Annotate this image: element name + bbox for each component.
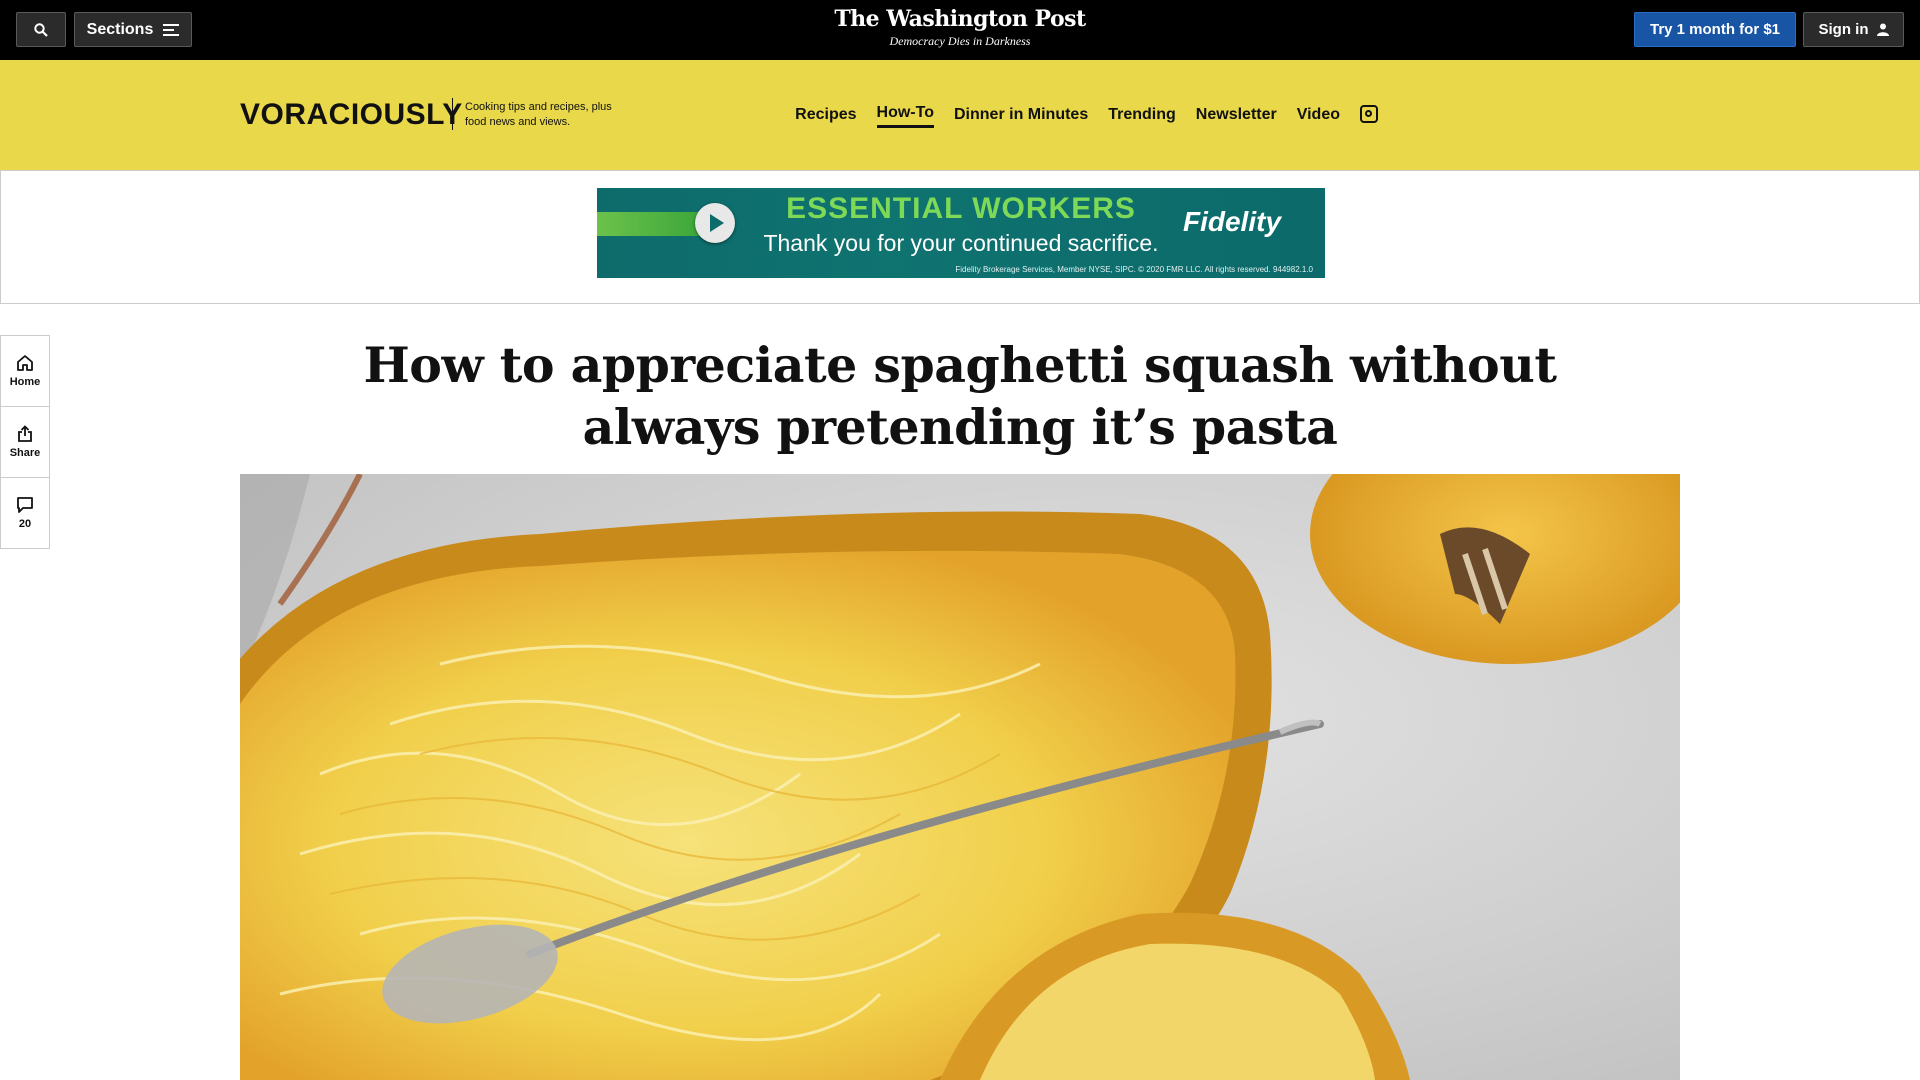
ad-banner[interactable]: ESSENTIAL WORKERS Thank you for your con… [597, 188, 1325, 278]
ad-container: ESSENTIAL WORKERS Thank you for your con… [0, 170, 1920, 304]
comments-button[interactable]: 20 [0, 477, 50, 549]
nav-trending[interactable]: Trending [1108, 106, 1176, 127]
wapo-masthead[interactable]: The Washington Post Democracy Dies in Da… [760, 4, 1160, 48]
user-icon [1876, 23, 1889, 36]
utility-rail: Home Share 20 [0, 335, 50, 549]
search-icon [34, 22, 48, 37]
brand-name: The Washington Post [834, 6, 1086, 32]
nav-video[interactable]: Video [1297, 106, 1340, 127]
section-nav: Recipes How-To Dinner in Minutes Trendin… [795, 104, 1378, 128]
sign-in-label: Sign in [1818, 21, 1869, 38]
nav-recipes[interactable]: Recipes [795, 106, 856, 127]
ad-fine-print: Fidelity Brokerage Services, Member NYSE… [955, 265, 1313, 274]
brand-tagline: Democracy Dies in Darkness [889, 34, 1031, 48]
sections-button[interactable]: Sections [74, 12, 192, 47]
share-icon [18, 425, 32, 442]
home-icon [17, 355, 33, 371]
nav-how-to[interactable]: How-To [876, 104, 934, 128]
instagram-icon[interactable] [1360, 105, 1378, 123]
ad-brand: Fidelity [1183, 206, 1282, 237]
sections-label: Sections [86, 20, 154, 38]
home-button[interactable]: Home [0, 335, 50, 407]
spaghetti-squash-photo [240, 474, 1680, 1080]
logo-divider [452, 98, 453, 130]
section-header: VORACIOUSLY Cooking tips and recipes, pl… [0, 60, 1920, 170]
voraciously-logo[interactable]: VORACIOUSLY [240, 98, 463, 132]
search-button[interactable] [16, 12, 66, 47]
nav-newsletter[interactable]: Newsletter [1196, 106, 1277, 127]
comment-icon [17, 497, 33, 513]
article-headline: How to appreciate spaghetti squash witho… [363, 336, 1557, 456]
share-label: Share [9, 447, 41, 459]
nav-dinner-in-minutes[interactable]: Dinner in Minutes [954, 106, 1088, 127]
share-button[interactable]: Share [0, 406, 50, 478]
subscribe-button[interactable]: Try 1 month for $1 [1634, 12, 1796, 47]
comments-count: 20 [18, 518, 32, 530]
home-label: Home [9, 376, 41, 388]
section-tagline: Cooking tips and recipes, plus food news… [465, 101, 612, 128]
sign-in-button[interactable]: Sign in [1803, 12, 1904, 47]
hero-image [240, 474, 1680, 1080]
menu-icon [163, 23, 180, 36]
top-bar: Sections The Washington Post Democracy D… [0, 0, 1920, 61]
